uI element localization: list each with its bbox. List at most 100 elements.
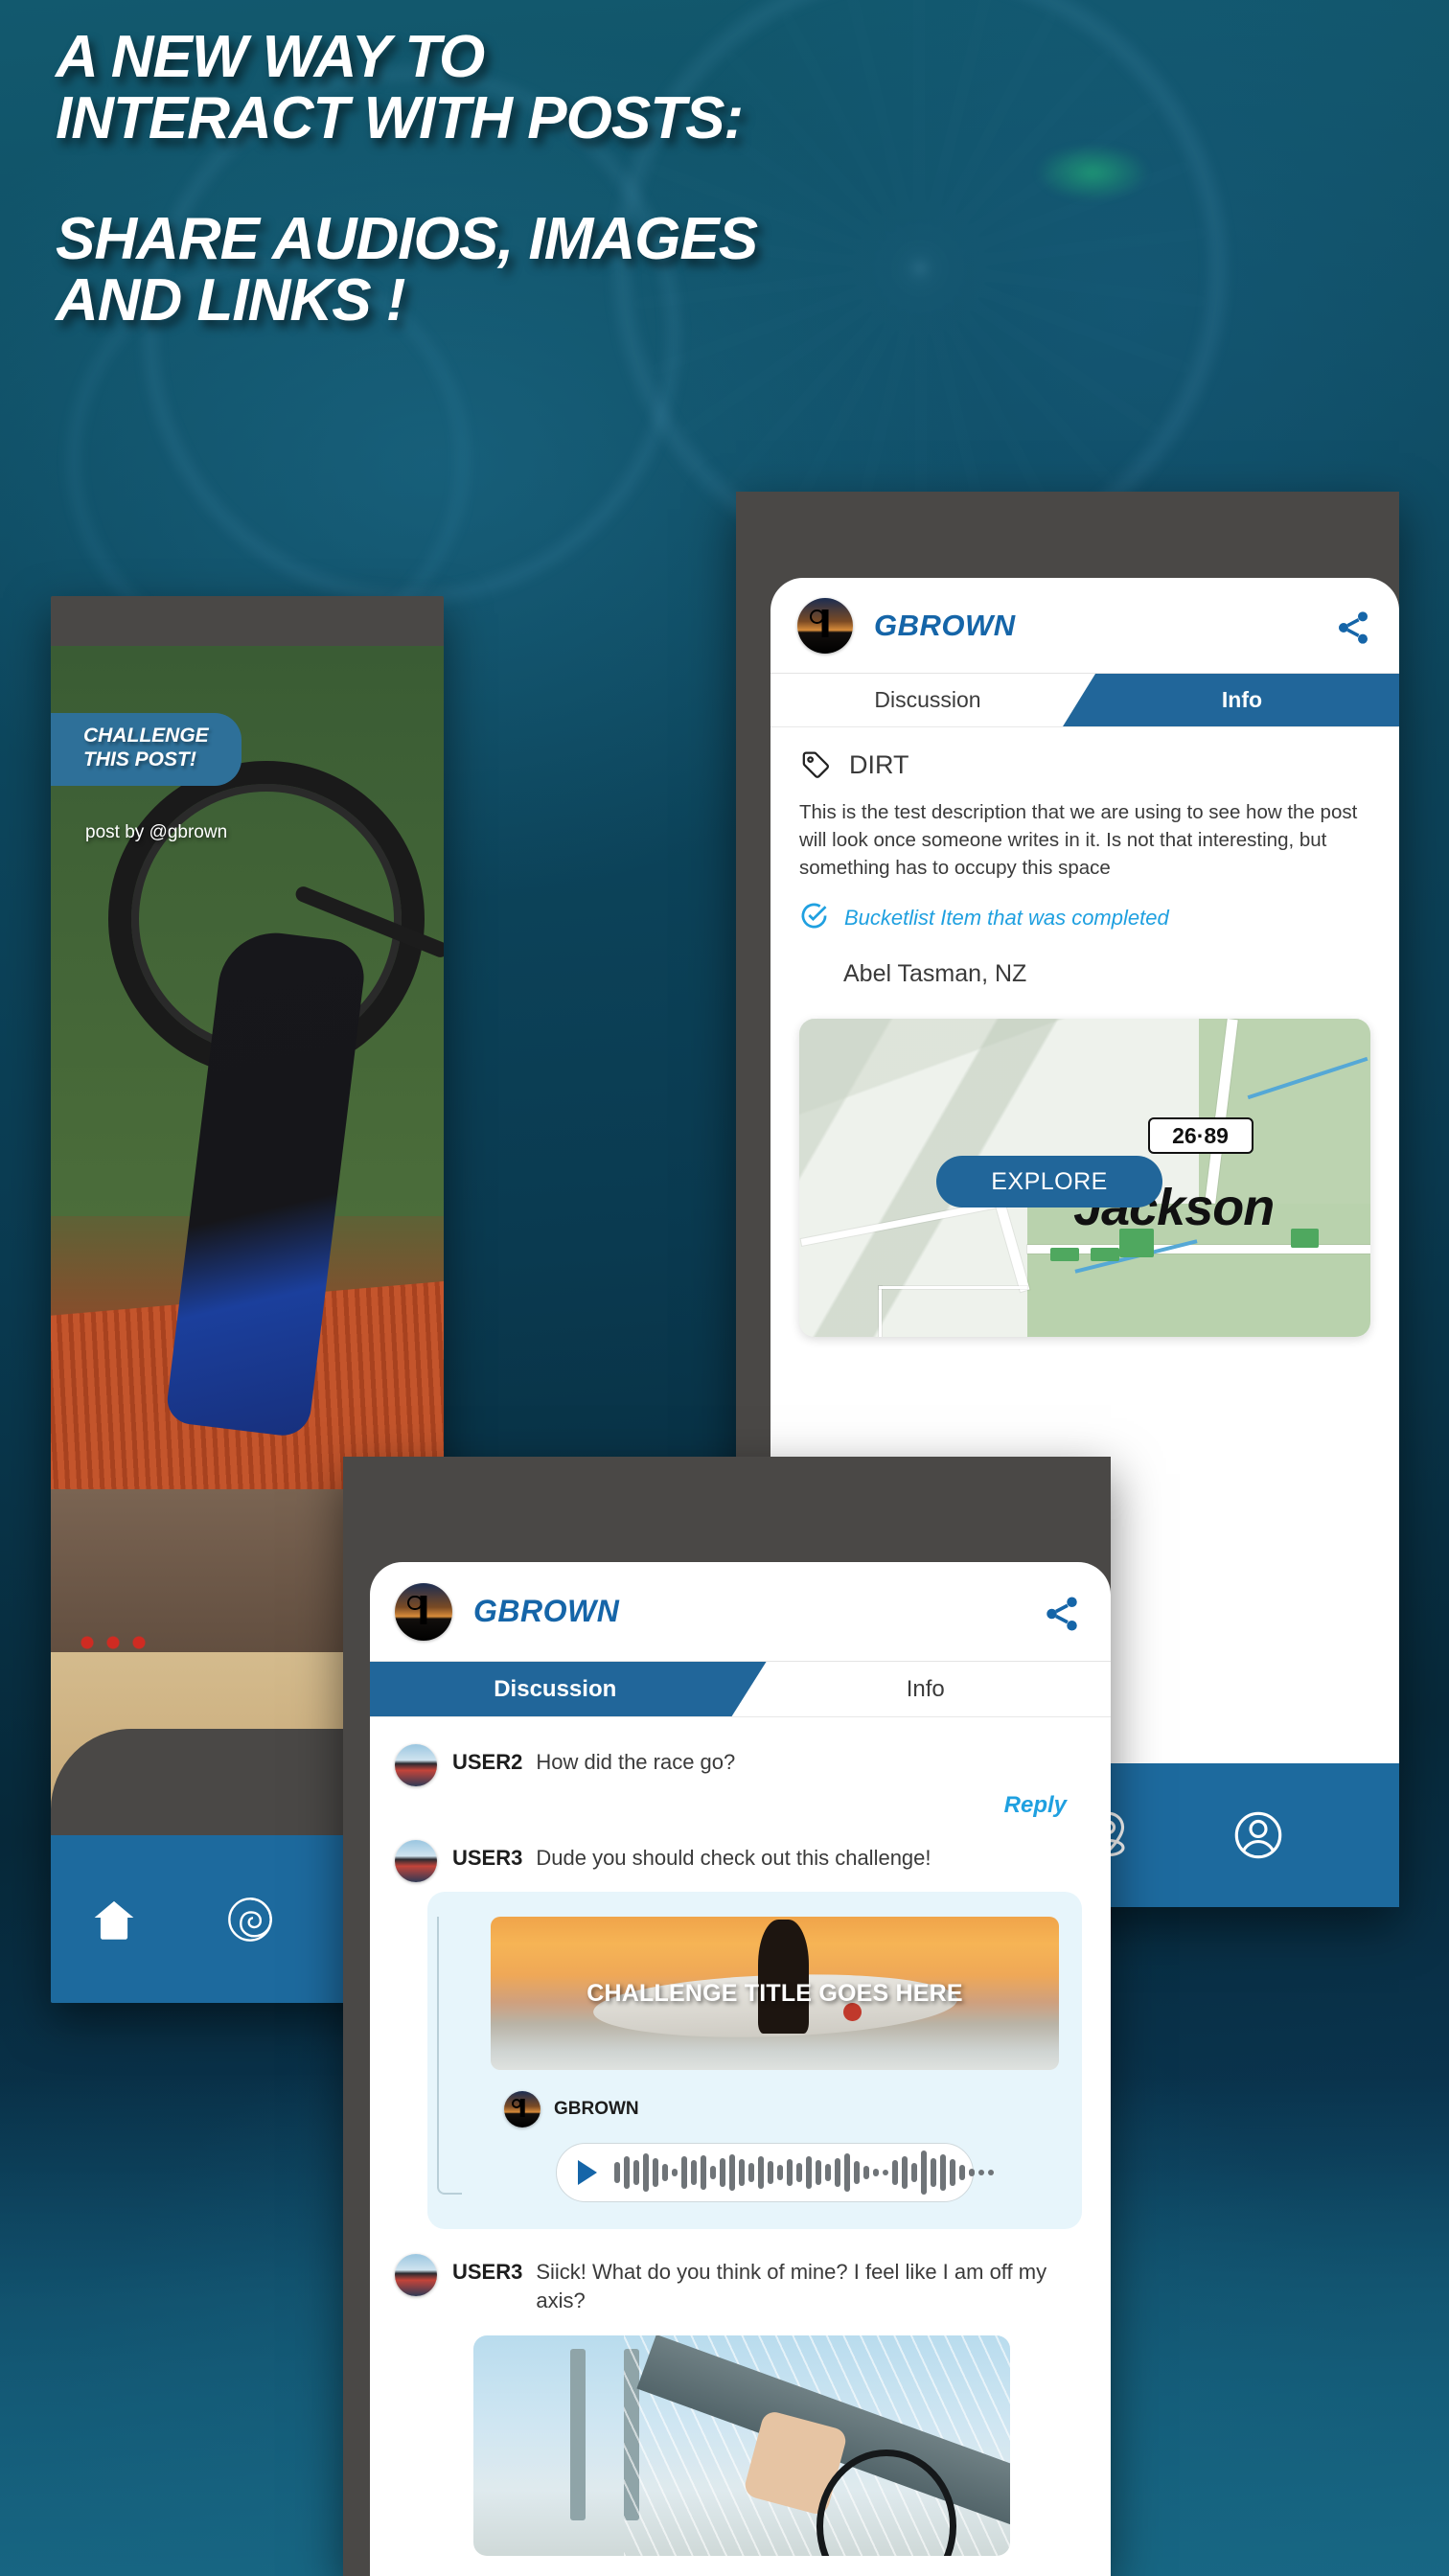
message-text: Siick! What do you think of mine? I feel… (536, 2260, 1047, 2313)
thread-connector (437, 1917, 462, 2195)
waveform-bar (614, 2162, 620, 2183)
waveform-bar (653, 2158, 658, 2187)
waveform-bar (873, 2169, 879, 2176)
username-label: GBROWN (473, 1594, 620, 1628)
message-item: USER3 Dude you should check out this cha… (395, 1840, 1082, 1882)
message-username: USER3 (452, 2260, 523, 2284)
waveform-bar (748, 2163, 754, 2182)
waveform-bar (701, 2155, 706, 2190)
category-label: DIRT (849, 749, 909, 779)
headline-line-2: INTERACT WITH POSTS: (56, 84, 744, 151)
bucketlist-row: Bucketlist Item that was completed (799, 901, 1370, 935)
check-circle-icon (799, 901, 829, 935)
waveform-bar (950, 2159, 955, 2186)
waveform-bar (988, 2170, 994, 2175)
location-label: Abel Tasman, NZ (843, 960, 1027, 988)
waveform-bar (758, 2156, 764, 2189)
waveform-bar (777, 2165, 783, 2180)
headline-line-1: A NEW WAY TO (56, 24, 485, 90)
waveform-bar (921, 2150, 927, 2195)
map-card[interactable]: Jackson 26·89 EXPLORE (799, 1019, 1370, 1338)
headline-line-4: AND LINKS ! (56, 266, 405, 334)
message-item: USER3 Siick! What do you think of mine? … (395, 2254, 1082, 2316)
map-park-2 (1050, 1248, 1080, 1261)
challenge-owner-row: GBROWN (504, 2091, 1059, 2128)
shared-challenge-card[interactable]: CHALLENGE TITLE GOES HERE GBROWN (427, 1892, 1082, 2229)
avatar[interactable] (395, 1582, 452, 1641)
waveform-bar (892, 2160, 898, 2185)
challenge-badge-line-1: CHALLENGE (83, 724, 209, 747)
waveform-bar (710, 2166, 716, 2179)
explore-button[interactable]: EXPLORE (936, 1156, 1163, 1208)
message-username: USER2 (452, 1750, 523, 1774)
map-park-4 (1290, 1229, 1320, 1249)
waveform-bar (854, 2161, 860, 2184)
headline-spacer (56, 150, 1062, 209)
tab-info[interactable]: Info (741, 1662, 1112, 1716)
challenge-badge-line-2: THIS POST! (83, 748, 196, 770)
map-road-minor-2 (879, 1286, 1028, 1290)
profile-icon[interactable] (1230, 1807, 1286, 1863)
waveform-bar (739, 2159, 745, 2186)
waveform-bar (902, 2156, 908, 2189)
message-text: How did the race go? (536, 1750, 736, 1774)
waveform-bar (787, 2159, 793, 2186)
phone-front-discussion-tab: GBROWN Discussion Info USER2 How did the… (343, 1457, 1111, 2576)
avatar[interactable] (395, 2254, 437, 2296)
waveform-bar (672, 2169, 678, 2176)
attached-photo[interactable] (473, 2334, 1010, 2556)
reply-button[interactable]: Reply (1004, 1792, 1067, 1818)
waveform-bar (969, 2169, 975, 2176)
waveform-bar (662, 2164, 668, 2181)
spiral-icon[interactable] (225, 1895, 275, 1944)
discussion-list: USER2 How did the race go? Reply USER3 D… (370, 1717, 1111, 2556)
front-phone-screen: GBROWN Discussion Info USER2 How did the… (370, 1562, 1111, 2576)
waveform-bar (796, 2163, 802, 2182)
headline-line-3: SHARE AUDIOS, IMAGES (56, 205, 758, 272)
right-tabbar: Discussion Info (770, 674, 1399, 727)
share-icon[interactable] (1334, 609, 1372, 647)
challenge-title: CHALLENGE TITLE GOES HERE (586, 1979, 963, 2007)
waveform-bar (643, 2153, 649, 2192)
waveform-bar (816, 2160, 821, 2185)
headline: A NEW WAY TO INTERACT WITH POSTS: SHARE … (56, 27, 1062, 331)
category-row: DIRT (799, 748, 1370, 781)
waveform-bar (729, 2154, 735, 2191)
share-icon[interactable] (1042, 1594, 1082, 1634)
tab-info-label: Info (1221, 687, 1263, 712)
tab-info-label: Info (906, 1675, 945, 1702)
audio-player[interactable] (556, 2143, 994, 2202)
waveform-bar (883, 2170, 888, 2175)
photo-flowers (70, 1631, 156, 1654)
avatar[interactable] (395, 1840, 437, 1882)
tab-discussion[interactable]: Discussion (770, 674, 1085, 726)
route-shield: 26·89 (1147, 1117, 1254, 1155)
audio-waveform (614, 2144, 994, 2201)
front-tabbar: Discussion Info (370, 1662, 1111, 1717)
front-app-header: GBROWN (370, 1562, 1111, 1662)
waveform-bar (768, 2161, 773, 2184)
map-park-3 (1090, 1248, 1119, 1261)
waveform-bar (863, 2166, 869, 2179)
challenge-this-post-badge[interactable]: CHALLENGE THIS POST! (51, 713, 242, 786)
waveform-bar (940, 2154, 946, 2191)
waveform-bar (806, 2156, 812, 2189)
home-icon[interactable] (89, 1895, 139, 1944)
avatar[interactable] (797, 597, 853, 654)
waveform-bar (911, 2163, 917, 2182)
map-road-main (1027, 1245, 1370, 1254)
message-item: USER2 How did the race go? (395, 1744, 1082, 1786)
waveform-bar (835, 2158, 840, 2187)
play-icon[interactable] (578, 2160, 597, 2185)
right-app-header: GBROWN (770, 578, 1399, 674)
waveform-bar (720, 2158, 725, 2187)
banner-surfer (757, 1920, 810, 2034)
post-author-label: post by @gbrown (85, 822, 228, 842)
waveform-bar (633, 2160, 639, 2185)
challenge-banner-image[interactable]: CHALLENGE TITLE GOES HERE (491, 1917, 1059, 2070)
avatar[interactable] (504, 2091, 540, 2128)
bucketlist-label: Bucketlist Item that was completed (844, 906, 1169, 931)
message-username: USER3 (452, 1846, 523, 1870)
avatar[interactable] (395, 1744, 437, 1786)
tag-icon (799, 748, 832, 781)
